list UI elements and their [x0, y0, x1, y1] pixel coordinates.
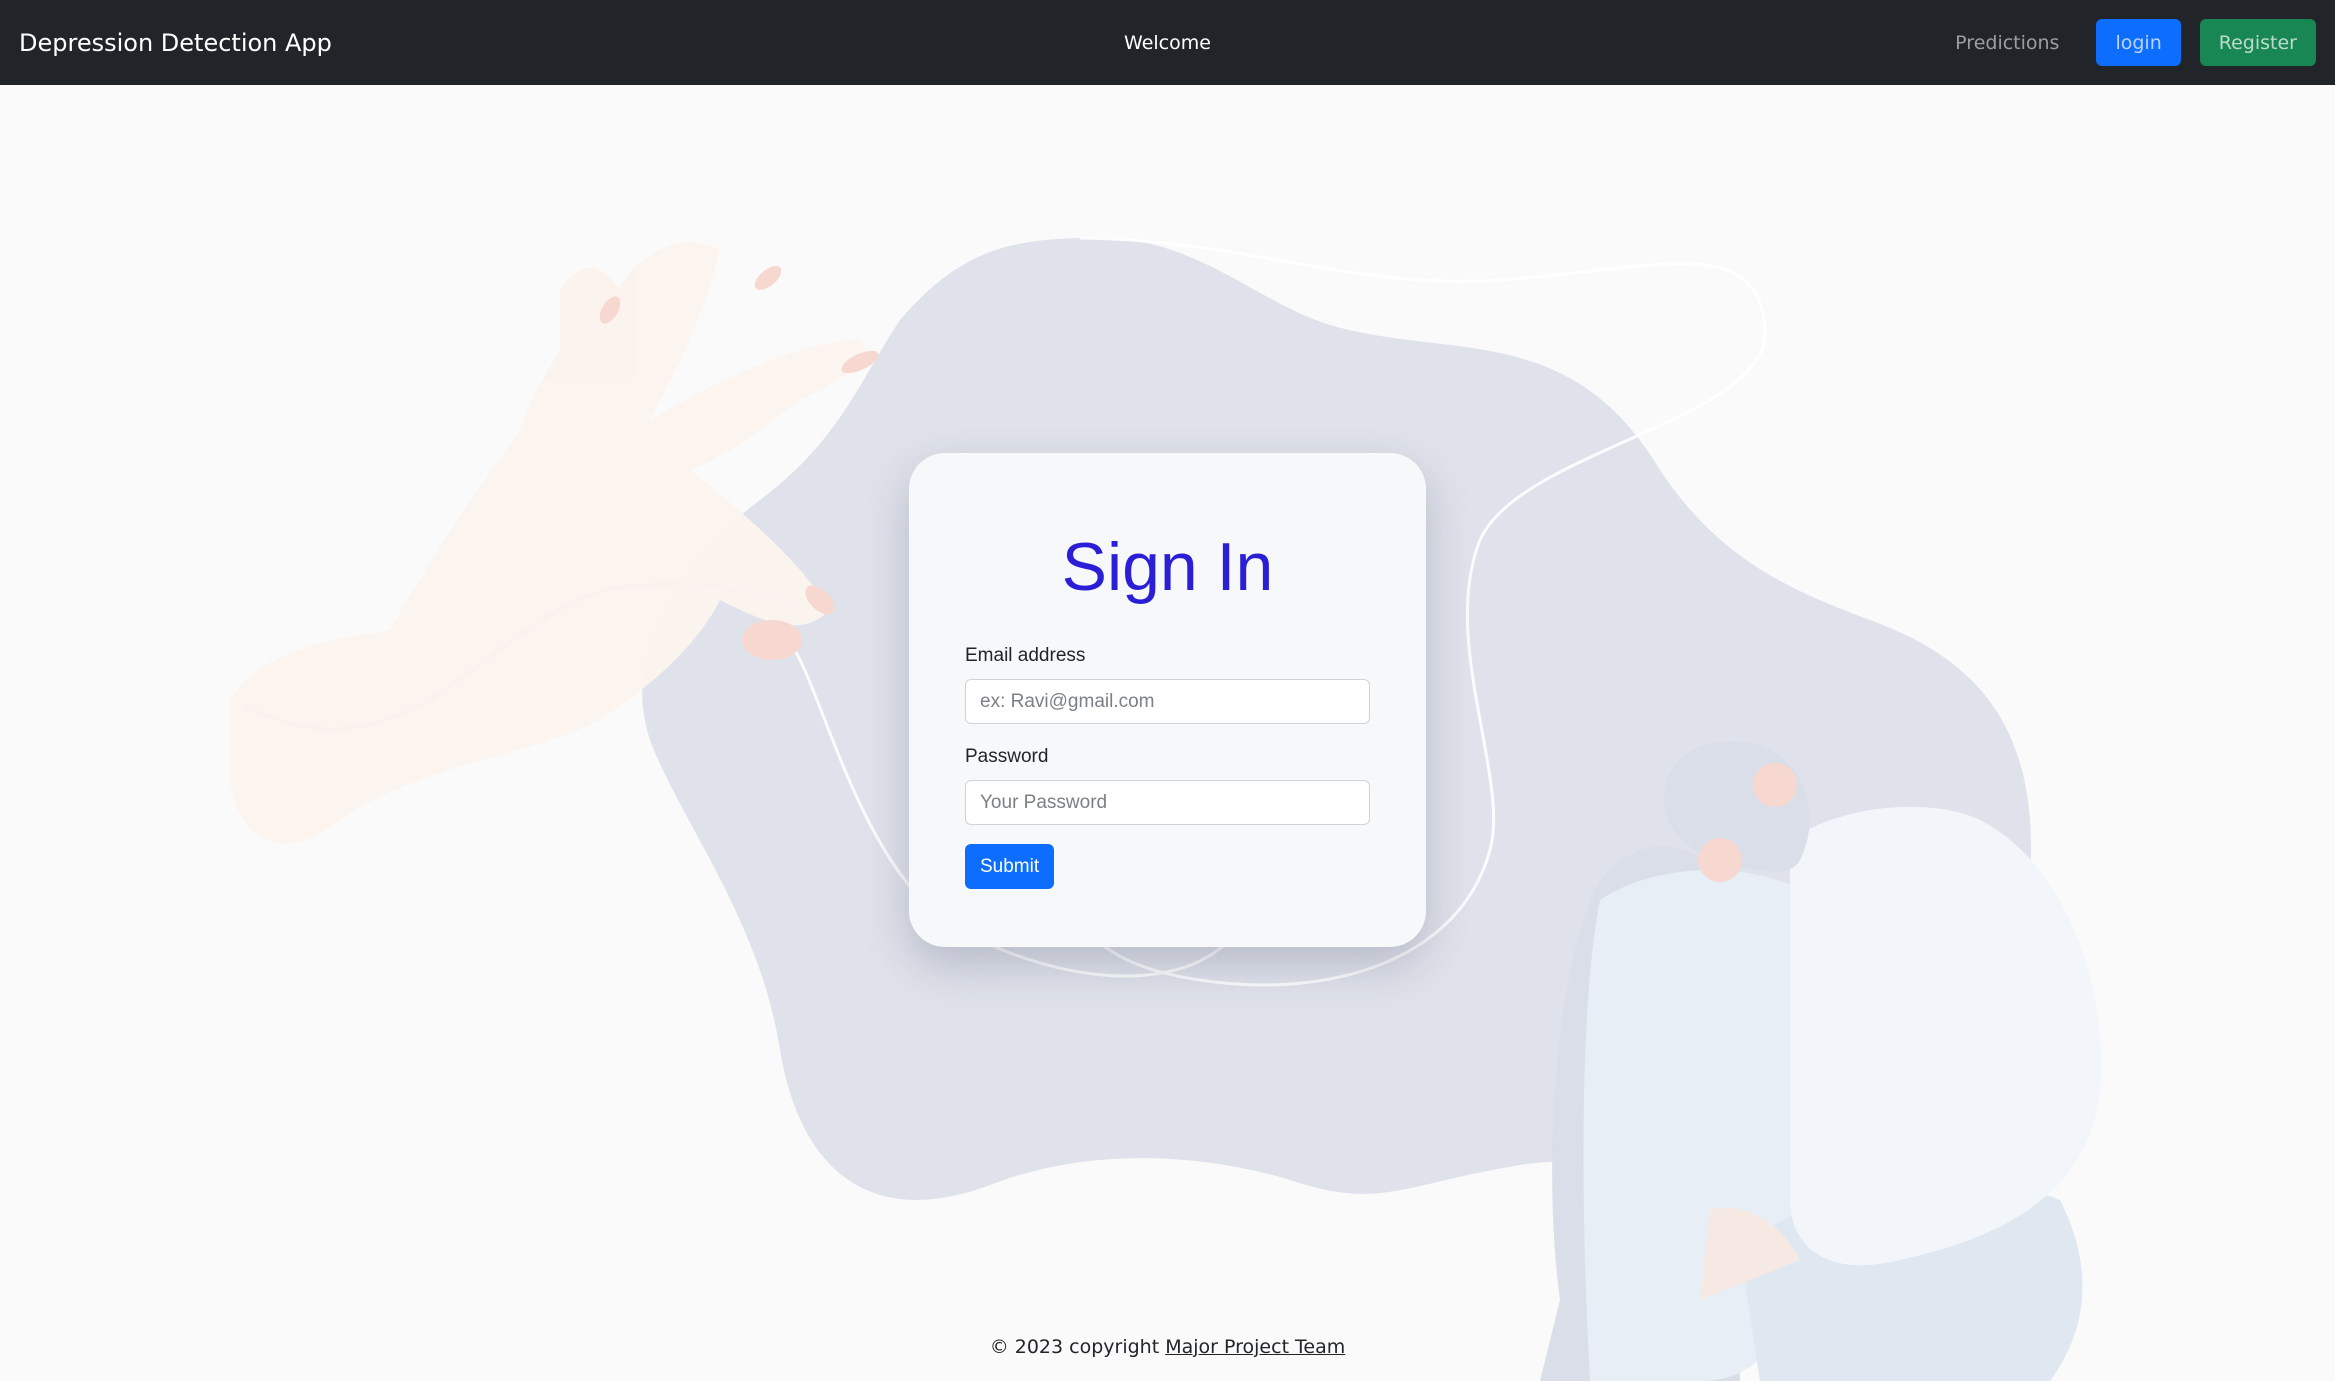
nav-right-group: Predictions login Register: [1955, 19, 2316, 66]
top-navbar: Depression Detection App Welcome Predict…: [0, 0, 2335, 85]
password-field[interactable]: [965, 780, 1370, 825]
predictions-link[interactable]: Predictions: [1955, 32, 2059, 54]
copyright-text: © 2023 copyright: [989, 1336, 1166, 1358]
signin-title: Sign In: [1061, 529, 1274, 605]
email-label: Email address: [965, 645, 1086, 666]
brand-link[interactable]: Depression Detection App: [19, 29, 332, 57]
login-button[interactable]: login: [2096, 19, 2181, 66]
team-link[interactable]: Major Project Team: [1165, 1336, 1345, 1358]
signin-form: Email address Password Submit: [965, 645, 1370, 889]
email-field[interactable]: [965, 679, 1370, 724]
password-label: Password: [965, 746, 1049, 767]
footer: © 2023 copyright Major Project Team: [0, 1336, 2335, 1358]
signin-card: Sign In Email address Password Submit: [909, 453, 1426, 947]
register-button[interactable]: Register: [2199, 19, 2316, 66]
welcome-link[interactable]: Welcome: [1124, 32, 1211, 54]
submit-button[interactable]: Submit: [965, 844, 1055, 889]
